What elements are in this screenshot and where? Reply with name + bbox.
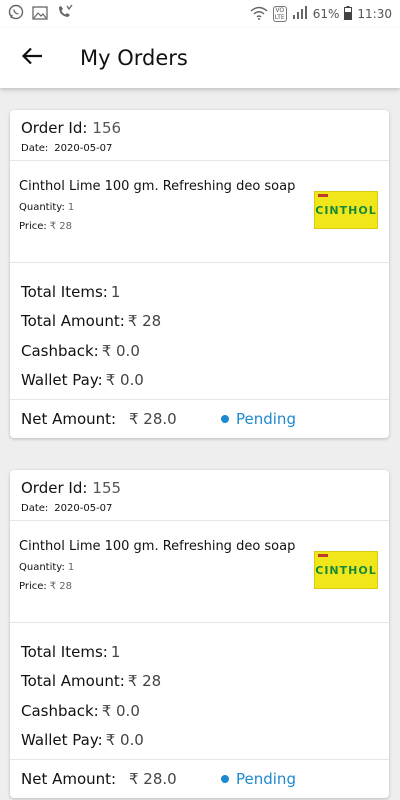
wallet-pay-value: ₹ 0.0	[105, 731, 144, 750]
item-price: Price: ₹ 28	[19, 581, 295, 592]
net-amount-row: Net Amount: ₹ 28.0 Pending	[10, 400, 389, 438]
cashback-row: Cashback: ₹ 0.0	[21, 336, 378, 366]
product-brand-text: CINTHOL	[315, 203, 377, 217]
battery-percent: 61%	[312, 7, 340, 21]
whatsapp-icon	[8, 4, 24, 24]
cashback-value: ₹ 0.0	[101, 341, 140, 360]
quantity-value: 1	[67, 202, 75, 213]
brand-mark	[318, 194, 328, 197]
quantity-value: 1	[67, 562, 75, 573]
item-quantity: Quantity: 1	[19, 562, 295, 573]
wallet-pay-value: ₹ 0.0	[105, 371, 144, 390]
order-card[interactable]: Order Id: 155 Date: 2020-05-07 Cinthol L…	[10, 470, 389, 798]
order-card[interactable]: Order Id: 156 Date: 2020-05-07 Cinthol L…	[10, 110, 389, 438]
order-date-value: 2020-05-07	[54, 502, 113, 514]
order-id-line: Order Id: 156	[21, 116, 378, 140]
wifi-icon	[250, 6, 268, 23]
price-label: Price:	[19, 221, 47, 232]
missed-call-icon	[56, 4, 74, 24]
item-info: Cinthol Lime 100 gm. Refreshing deo soap…	[19, 539, 295, 602]
order-date-value: 2020-05-07	[54, 142, 113, 154]
quantity-label: Quantity:	[19, 202, 65, 213]
total-amount-label: Total Amount:	[21, 312, 125, 331]
wallet-pay-label: Wallet Pay:	[21, 731, 103, 750]
volte-text: VO	[275, 7, 285, 14]
status-dot-icon	[221, 415, 229, 423]
back-button[interactable]	[0, 28, 64, 88]
quantity-label: Quantity:	[19, 562, 65, 573]
item-name: Cinthol Lime 100 gm. Refreshing deo soap	[19, 539, 296, 554]
price-value: ₹ 28	[49, 581, 73, 592]
total-amount-row: Total Amount: ₹ 28	[21, 307, 378, 337]
net-amount-value: ₹ 28.0	[129, 770, 177, 788]
order-id-value: 156	[92, 119, 122, 137]
item-name: Cinthol Lime 100 gm. Refreshing deo soap	[19, 179, 296, 194]
total-amount-row: Total Amount: ₹ 28	[21, 667, 378, 697]
net-amount-label: Net Amount:	[21, 410, 117, 428]
cashback-row: Cashback: ₹ 0.0	[21, 696, 378, 726]
brand-mark	[318, 554, 328, 557]
order-id-label: Order Id:	[21, 119, 88, 137]
item-quantity: Quantity: 1	[19, 202, 295, 213]
cashback-value: ₹ 0.0	[101, 701, 140, 720]
item-info: Cinthol Lime 100 gm. Refreshing deo soap…	[19, 179, 295, 242]
cashback-label: Cashback:	[21, 701, 99, 720]
price-value: ₹ 28	[49, 221, 73, 232]
clock: 11:30	[357, 7, 392, 21]
wallet-pay-label: Wallet Pay:	[21, 371, 103, 390]
net-amount-value: ₹ 28.0	[129, 410, 177, 428]
order-date-label: Date:	[21, 142, 49, 154]
status-text: Pending	[236, 410, 296, 428]
item-price: Price: ₹ 28	[19, 221, 295, 232]
product-brand-text: CINTHOL	[315, 563, 377, 577]
image-icon	[32, 5, 48, 24]
order-id-line: Order Id: 155	[21, 476, 378, 500]
total-items-value: 1	[110, 282, 121, 301]
order-id-value: 155	[92, 479, 122, 497]
volte-badge: VO LTE	[272, 6, 287, 22]
battery-icon	[344, 5, 353, 23]
lte-text: LTE	[274, 14, 285, 21]
status-text: Pending	[236, 770, 296, 788]
total-items-value: 1	[110, 642, 121, 661]
total-amount-label: Total Amount:	[21, 672, 125, 691]
order-item[interactable]: Cinthol Lime 100 gm. Refreshing deo soap…	[10, 521, 389, 623]
net-amount-label: Net Amount:	[21, 770, 117, 788]
total-amount-value: ₹ 28	[127, 312, 162, 331]
order-summary: Total Items: 1 Total Amount: ₹ 28 Cashba…	[10, 263, 389, 400]
order-summary: Total Items: 1 Total Amount: ₹ 28 Cashba…	[10, 623, 389, 760]
order-status: Pending	[221, 770, 296, 788]
page-title: My Orders	[80, 46, 188, 70]
total-amount-value: ₹ 28	[127, 672, 162, 691]
cashback-label: Cashback:	[21, 341, 99, 360]
status-dot-icon	[221, 775, 229, 783]
total-items-row: Total Items: 1	[21, 277, 378, 307]
wallet-pay-row: Wallet Pay: ₹ 0.0	[21, 366, 378, 396]
order-date-line: Date: 2020-05-07	[21, 140, 378, 156]
signal-icon	[292, 6, 308, 22]
order-status: Pending	[221, 410, 296, 428]
status-bar: VO LTE 61% 11:30	[0, 0, 400, 28]
order-date-label: Date:	[21, 502, 49, 514]
order-item[interactable]: Cinthol Lime 100 gm. Refreshing deo soap…	[10, 161, 389, 263]
total-items-row: Total Items: 1	[21, 637, 378, 667]
product-image: CINTHOL	[314, 191, 378, 229]
product-image: CINTHOL	[314, 551, 378, 589]
total-items-label: Total Items:	[21, 282, 108, 301]
order-header: Order Id: 156 Date: 2020-05-07	[10, 110, 389, 161]
wallet-pay-row: Wallet Pay: ₹ 0.0	[21, 726, 378, 756]
order-date-line: Date: 2020-05-07	[21, 500, 378, 516]
order-id-label: Order Id:	[21, 479, 88, 497]
orders-list: Order Id: 156 Date: 2020-05-07 Cinthol L…	[10, 110, 389, 800]
total-items-label: Total Items:	[21, 642, 108, 661]
app-bar: My Orders	[0, 28, 400, 88]
arrow-left-icon	[21, 47, 43, 69]
order-header: Order Id: 155 Date: 2020-05-07	[10, 470, 389, 521]
system-status: VO LTE 61% 11:30	[250, 5, 392, 23]
price-label: Price:	[19, 581, 47, 592]
notification-icons	[8, 4, 74, 24]
net-amount-row: Net Amount: ₹ 28.0 Pending	[10, 760, 389, 798]
